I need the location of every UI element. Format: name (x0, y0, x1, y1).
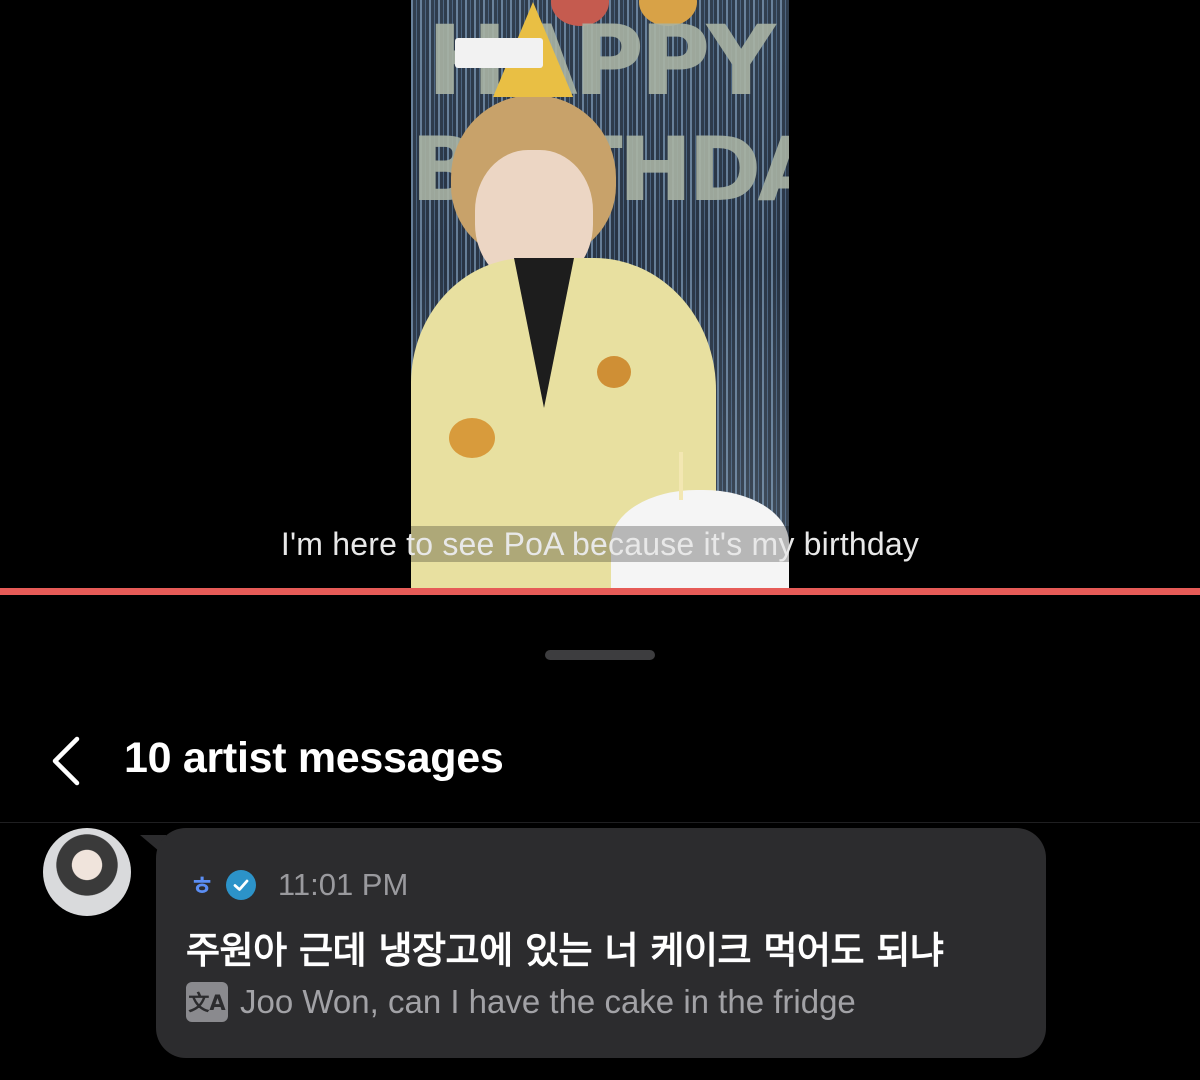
messages-header: 10 artist messages (0, 728, 1200, 794)
verified-check-icon (225, 869, 256, 900)
video-player[interactable]: HAPPY BIRTHDAY I'm here to see PoA becau… (0, 0, 1200, 588)
party-hat-band (455, 38, 543, 68)
video-progress-bar[interactable] (0, 588, 1200, 595)
message-time: 11:01 PM (277, 866, 409, 902)
video-progress-fill (0, 588, 1200, 595)
translation-row: 文A Joo Won, can I have the cake in the f… (186, 982, 856, 1022)
divider (0, 822, 1200, 823)
message-text: 주원아 근데 냉장고에 있는 너 케이크 먹어도 되냐 (186, 929, 944, 972)
message-meta: ㅎ 11:01 PM (190, 866, 408, 903)
video-frame[interactable]: HAPPY BIRTHDAY (411, 0, 789, 588)
back-button[interactable] (36, 728, 96, 794)
video-caption-text: I'm here to see PoA because it's my birt… (278, 526, 922, 562)
translate-icon[interactable]: 文A (186, 982, 228, 1022)
tiger-patch (449, 418, 495, 458)
message-bubble[interactable]: ㅎ 11:01 PM 주원아 근데 냉장고에 있는 너 케이크 먹어도 되냐 文… (156, 828, 1046, 1058)
translation-text: Joo Won, can I have the cake in the frid… (240, 983, 856, 1020)
candle (679, 452, 683, 500)
sender-name: ㅎ (190, 872, 214, 902)
tiger-patch (597, 356, 631, 388)
video-caption: I'm here to see PoA because it's my birt… (0, 526, 1200, 563)
page-title: 10 artist messages (124, 734, 504, 782)
artist-avatar[interactable] (43, 828, 131, 916)
chevron-left-icon (52, 736, 80, 786)
sheet-drag-handle[interactable] (545, 650, 655, 660)
